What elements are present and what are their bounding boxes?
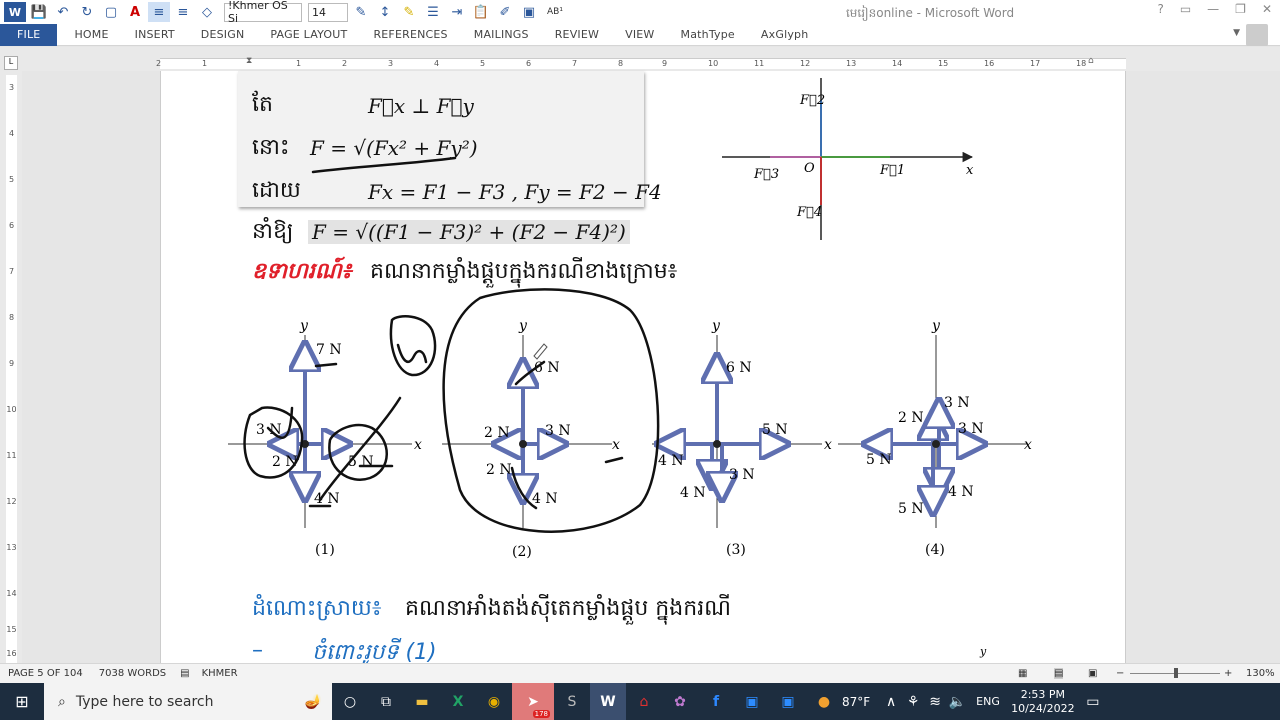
taskbar-search[interactable]: ⌕ Type here to search 🪔 <box>44 683 332 720</box>
diagram-4: y x 3 N 2 N 3 N 5 N 4 N 5 N (4) <box>838 318 1032 558</box>
diagram-2: y x 6 N 2 N 3 N 2 N 4 N (2) <box>442 318 620 560</box>
f4-label: F⃗4 <box>796 205 822 220</box>
search-icon: ⌕ <box>58 693 66 710</box>
telegram-icon[interactable]: ➤ 178 <box>512 683 554 720</box>
notification-icon[interactable]: ▭ <box>1078 683 1108 720</box>
d1-label-2n: 2 N <box>272 454 298 470</box>
weather-icon[interactable]: ● <box>806 683 842 720</box>
d4-label-3n-up: 3 N <box>944 395 970 411</box>
d2-label-2n-left: 2 N <box>484 425 510 441</box>
d1-y: y <box>299 318 309 334</box>
d4-label-5n-left: 5 N <box>866 452 892 468</box>
d1-label-4n: 4 N <box>314 491 340 507</box>
zoom-slider-thumb[interactable] <box>1174 668 1178 678</box>
d4-x: x <box>1024 437 1032 453</box>
clock-time: 2:53 PM <box>1020 687 1066 701</box>
diagram-3: y x 6 N 5 N 4 N 3 N 4 N (3) <box>652 318 832 558</box>
d2-caption: (2) <box>512 544 532 560</box>
facebook-icon[interactable]: f <box>698 683 734 720</box>
wifi-icon[interactable]: ≋ <box>924 683 946 720</box>
network-share-icon[interactable]: ⚘ <box>902 683 924 720</box>
d3-label-4n-left: 4 N <box>658 453 684 469</box>
search-placeholder: Type here to search <box>75 693 214 710</box>
d4-label-2n: 2 N <box>898 410 924 426</box>
d1-label-7n: 7 N <box>316 342 342 358</box>
d3-label-4n-down: 4 N <box>680 485 706 501</box>
clock[interactable]: 2:53 PM 10/24/2022 <box>1008 688 1078 716</box>
paint-icon[interactable]: ✿ <box>662 683 698 720</box>
d2-x: x <box>612 437 620 453</box>
language-indicator[interactable]: KHMER <box>196 668 244 679</box>
d3-label-5n: 5 N <box>762 422 788 438</box>
web-layout-icon[interactable]: ▣ <box>1088 668 1097 679</box>
zoom-level[interactable]: 130% <box>1246 668 1275 679</box>
d2-label-4n: 4 N <box>532 491 558 507</box>
d1-x: x <box>414 437 422 453</box>
clock-date: 10/24/2022 <box>1011 701 1075 715</box>
telegram-badge: 178 <box>532 710 550 718</box>
d2-label-6n: 6 N <box>534 360 560 376</box>
d3-y: y <box>711 318 721 334</box>
page-count[interactable]: PAGE 5 OF 104 <box>0 668 91 679</box>
d4-label-5n-down: 5 N <box>898 501 924 517</box>
axis-diagram: F⃗2 F⃗3 O F⃗1 x F⃗4 <box>722 78 974 240</box>
chrome-icon[interactable]: ◉ <box>476 683 512 720</box>
f2-label: F⃗2 <box>799 93 825 108</box>
zoom-out-icon[interactable]: − <box>1116 668 1124 679</box>
file-explorer-icon[interactable]: ▬ <box>404 683 440 720</box>
tray-chevron-icon[interactable]: ∧ <box>880 683 902 720</box>
axis-x-label: x <box>966 163 974 178</box>
d3-label-3n: 3 N <box>729 467 755 483</box>
d4-caption: (4) <box>925 542 945 558</box>
pencil-cursor-icon <box>533 343 548 360</box>
taskbar: ⊞ ⌕ Type here to search 🪔 ○ ⧉ ▬ X ◉ ➤ 178… <box>0 683 1280 720</box>
d4-y: y <box>931 318 941 334</box>
d1-caption: (1) <box>315 542 335 558</box>
corner-y-label: y <box>979 645 987 658</box>
f1-label: F⃗1 <box>879 163 905 178</box>
zoom-meeting-icon[interactable]: ▣ <box>770 683 806 720</box>
d1-label-5n: 5 N <box>348 454 374 470</box>
d2-label-3n: 3 N <box>545 423 571 439</box>
f3-label: F⃗3 <box>753 167 779 182</box>
d4-label-3n-right: 3 N <box>958 421 984 437</box>
d3-label-6n: 6 N <box>726 360 752 376</box>
acrobat-icon[interactable]: ⌂ <box>626 683 662 720</box>
print-layout-icon[interactable]: ▤ <box>1054 668 1064 679</box>
cortana-icon[interactable]: ○ <box>332 683 368 720</box>
volume-icon[interactable]: 🔈 <box>946 683 968 720</box>
read-mode-icon[interactable]: ▦ <box>1018 668 1027 679</box>
weather-temp[interactable]: 87°F <box>842 695 870 709</box>
vector-diagrams: F⃗2 F⃗3 O F⃗1 x F⃗4 y x 7 N 3 N 5 N 2 N … <box>228 78 1032 658</box>
zoom-app-icon[interactable]: ▣ <box>734 683 770 720</box>
app-s-icon[interactable]: S <box>554 683 590 720</box>
status-bar: PAGE 5 OF 104 7038 WORDS ▤ KHMER ▦ ▤ ▣ −… <box>0 663 1280 683</box>
d4-label-4n: 4 N <box>948 484 974 500</box>
d3-caption: (3) <box>726 542 746 558</box>
word-icon[interactable]: W <box>590 683 626 720</box>
task-view-icon[interactable]: ⧉ <box>368 683 404 720</box>
windows-start-icon[interactable]: ⊞ <box>0 683 44 720</box>
input-language[interactable]: ENG <box>976 695 1000 708</box>
zoom-in-icon[interactable]: + <box>1224 668 1232 679</box>
excel-icon[interactable]: X <box>440 683 476 720</box>
proofing-icon[interactable]: ▤ <box>174 668 195 679</box>
d3-x: x <box>824 437 832 453</box>
d2-y: y <box>518 318 528 334</box>
diwali-lamp-icon: 🪔 <box>304 693 322 710</box>
word-count[interactable]: 7038 WORDS <box>91 668 174 679</box>
d2-label-2n-down: 2 N <box>486 462 512 478</box>
origin-label: O <box>804 161 815 176</box>
